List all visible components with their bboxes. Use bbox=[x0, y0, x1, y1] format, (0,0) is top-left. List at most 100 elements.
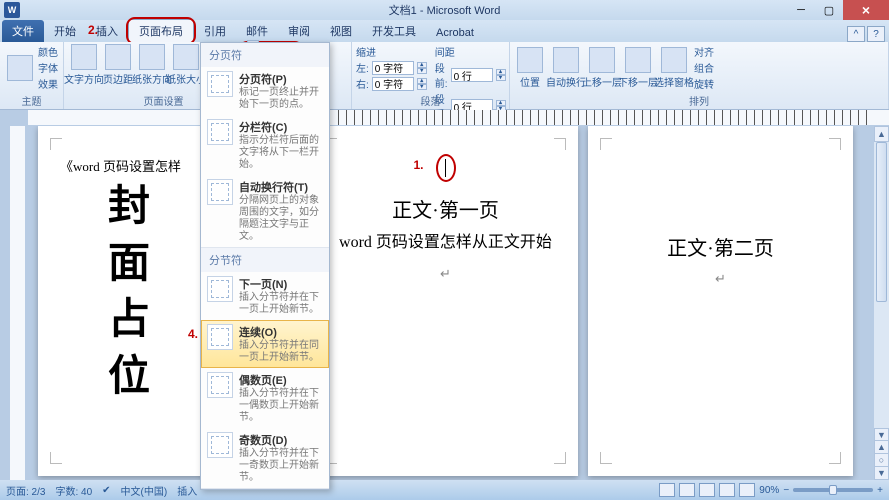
position-icon bbox=[517, 47, 543, 73]
continuous-break-item[interactable]: 连续(O)插入分节符并在同一页上开始新节。 bbox=[201, 320, 329, 368]
zoom-in-button[interactable]: + bbox=[877, 485, 883, 496]
zoom-out-button[interactable]: − bbox=[783, 485, 789, 496]
ribbon: 颜色 字体 效果 主题 文字方向 页边距 纸张方向 纸张大小 分栏 页面设置 分… bbox=[0, 42, 889, 110]
orientation-button[interactable]: 纸张方向 bbox=[136, 44, 168, 86]
selection-pane-button[interactable]: 选择窗格 bbox=[658, 47, 690, 89]
tab-references[interactable]: 引用 bbox=[194, 20, 236, 42]
vertical-scrollbar[interactable]: ▲ ▼ ▲ ○ ▼ bbox=[873, 126, 889, 480]
continuous-icon bbox=[207, 324, 233, 350]
margins-icon bbox=[105, 44, 131, 70]
ribbon-minimize-button[interactable]: ^ bbox=[847, 26, 865, 42]
view-web-layout-button[interactable] bbox=[699, 483, 715, 497]
send-backward-button[interactable]: 下移一层 bbox=[622, 47, 654, 89]
margins-button[interactable]: 页边距 bbox=[102, 44, 134, 86]
odd-page-icon bbox=[207, 432, 233, 458]
status-words[interactable]: 字数: 40 bbox=[55, 483, 92, 498]
wrap-icon bbox=[553, 47, 579, 73]
tab-page-layout[interactable]: 页面布局 bbox=[128, 19, 194, 42]
position-button[interactable]: 位置 bbox=[514, 47, 546, 89]
group-arrange-label: 排列 bbox=[510, 93, 888, 108]
even-page-icon bbox=[207, 372, 233, 398]
browse-object-button[interactable]: ○ bbox=[874, 454, 889, 467]
page2-body: word 页码设置怎样从正文开始 bbox=[335, 229, 556, 256]
view-outline-button[interactable] bbox=[719, 483, 735, 497]
status-insert-mode[interactable]: 插入 bbox=[177, 483, 197, 498]
paragraph-mark: ↵ bbox=[335, 266, 556, 282]
annotation-2: 2. bbox=[88, 23, 98, 37]
themes-icon bbox=[7, 55, 33, 81]
theme-effects-button[interactable]: 效果 bbox=[38, 76, 58, 91]
view-full-screen-button[interactable] bbox=[679, 483, 695, 497]
tab-review[interactable]: 审阅 bbox=[278, 20, 320, 42]
scroll-track[interactable] bbox=[874, 142, 889, 424]
tab-acrobat[interactable]: Acrobat bbox=[426, 24, 484, 42]
theme-fonts-button[interactable]: 字体 bbox=[38, 60, 58, 75]
bring-forward-button[interactable]: 上移一层 bbox=[586, 47, 618, 89]
page2-heading: 正文·第一页 bbox=[335, 194, 556, 223]
help-button[interactable]: ? bbox=[867, 26, 885, 42]
page-2[interactable]: 1. 正文·第一页 word 页码设置怎样从正文开始 ↵ bbox=[313, 126, 578, 476]
maximize-button[interactable]: ▢ bbox=[815, 0, 843, 20]
zoom-level[interactable]: 90% bbox=[759, 485, 779, 496]
dropdown-section-page-breaks: 分页符 bbox=[201, 43, 329, 67]
align-button[interactable]: 对齐 bbox=[694, 44, 714, 59]
status-language[interactable]: 中文(中国) bbox=[121, 483, 168, 498]
paragraph-mark: ↵ bbox=[610, 271, 831, 287]
tab-home[interactable]: 开始 bbox=[44, 20, 86, 42]
breaks-dropdown: 分页符 分页符(P)标记一页终止并开始下一页的点。 分栏符(C)指示分栏符后面的… bbox=[200, 42, 330, 490]
tab-mailings[interactable]: 邮件 bbox=[236, 20, 278, 42]
odd-page-break-item[interactable]: 奇数页(D)插入分节符并在下一奇数页上开始新节。 bbox=[201, 428, 329, 488]
scroll-down-arrow[interactable]: ▼ bbox=[874, 428, 889, 441]
column-break-item[interactable]: 分栏符(C)指示分栏符后面的文字将从下一栏开始。 bbox=[201, 115, 329, 175]
status-page[interactable]: 页面: 2/3 bbox=[6, 483, 45, 498]
tab-developer[interactable]: 开发工具 bbox=[362, 20, 426, 42]
window-title: 文档1 - Microsoft Word bbox=[389, 2, 501, 18]
even-page-break-item[interactable]: 偶数页(E)插入分节符并在下一偶数页上开始新节。 bbox=[201, 368, 329, 428]
wrap-text-button[interactable]: 自动换行 bbox=[550, 47, 582, 89]
tab-file[interactable]: 文件 bbox=[2, 20, 44, 42]
indent-left-input[interactable] bbox=[372, 61, 414, 75]
rotate-button[interactable]: 旋转 bbox=[694, 76, 714, 91]
text-wrapping-break-item[interactable]: 自动换行符(T)分隔网页上的对象周围的文字，如分隔题注文字与正文。 bbox=[201, 175, 329, 247]
zoom-slider[interactable] bbox=[793, 488, 873, 492]
close-button[interactable]: × bbox=[843, 0, 889, 20]
page-break-icon bbox=[207, 71, 233, 97]
group-objects-button[interactable]: 组合 bbox=[694, 60, 714, 75]
tab-view[interactable]: 视图 bbox=[320, 20, 362, 42]
theme-colors-button[interactable]: 颜色 bbox=[38, 44, 58, 59]
selection-pane-icon bbox=[661, 47, 687, 73]
scroll-thumb[interactable] bbox=[876, 142, 887, 302]
ribbon-tabs: 文件 开始 插入 2. 页面布局 引用 邮件 审阅 视图 开发工具 Acroba… bbox=[0, 20, 889, 42]
text-direction-icon bbox=[71, 44, 97, 70]
minimize-button[interactable]: ─ bbox=[787, 0, 815, 20]
scroll-up-arrow[interactable]: ▲ bbox=[874, 126, 889, 142]
next-page-icon bbox=[207, 276, 233, 302]
next-page-break-item[interactable]: 下一页(N)插入分节符并在下一页上开始新节。 bbox=[201, 272, 329, 320]
size-icon bbox=[173, 44, 199, 70]
text-wrapping-icon bbox=[207, 179, 233, 205]
cursor-annotation: 1. bbox=[436, 154, 456, 182]
view-print-layout-button[interactable] bbox=[659, 483, 675, 497]
status-proofing-icon[interactable]: ✔ bbox=[102, 485, 110, 496]
spacing-before-input[interactable] bbox=[451, 68, 493, 82]
group-themes-label: 主题 bbox=[0, 93, 63, 108]
page-break-item[interactable]: 分页符(P)标记一页终止并开始下一页的点。 bbox=[201, 67, 329, 115]
page-3[interactable]: 正文·第二页 ↵ bbox=[588, 126, 853, 476]
size-button[interactable]: 纸张大小 bbox=[170, 44, 202, 86]
browse-prev-button[interactable]: ▲ bbox=[874, 441, 889, 454]
indent-right-input[interactable] bbox=[372, 77, 414, 91]
orientation-icon bbox=[139, 44, 165, 70]
horizontal-ruler[interactable] bbox=[28, 110, 889, 126]
page3-heading: 正文·第二页 bbox=[610, 232, 831, 261]
dropdown-section-section-breaks: 分节符 bbox=[201, 248, 329, 272]
vertical-ruler[interactable] bbox=[10, 126, 26, 480]
themes-button[interactable] bbox=[4, 55, 36, 81]
send-backward-icon bbox=[625, 47, 651, 73]
text-direction-button[interactable]: 文字方向 bbox=[68, 44, 100, 86]
group-paragraph: 缩进 左:▴▾ 右:▴▾ 间距 段前:▴▾ 段后:▴▾ 段落 bbox=[352, 42, 510, 109]
browse-next-button[interactable]: ▼ bbox=[874, 467, 889, 480]
group-arrange: 位置 自动换行 上移一层 下移一层 选择窗格 对齐 组合 旋转 排列 bbox=[510, 42, 889, 109]
bring-forward-icon bbox=[589, 47, 615, 73]
view-draft-button[interactable] bbox=[739, 483, 755, 497]
column-break-icon bbox=[207, 119, 233, 145]
